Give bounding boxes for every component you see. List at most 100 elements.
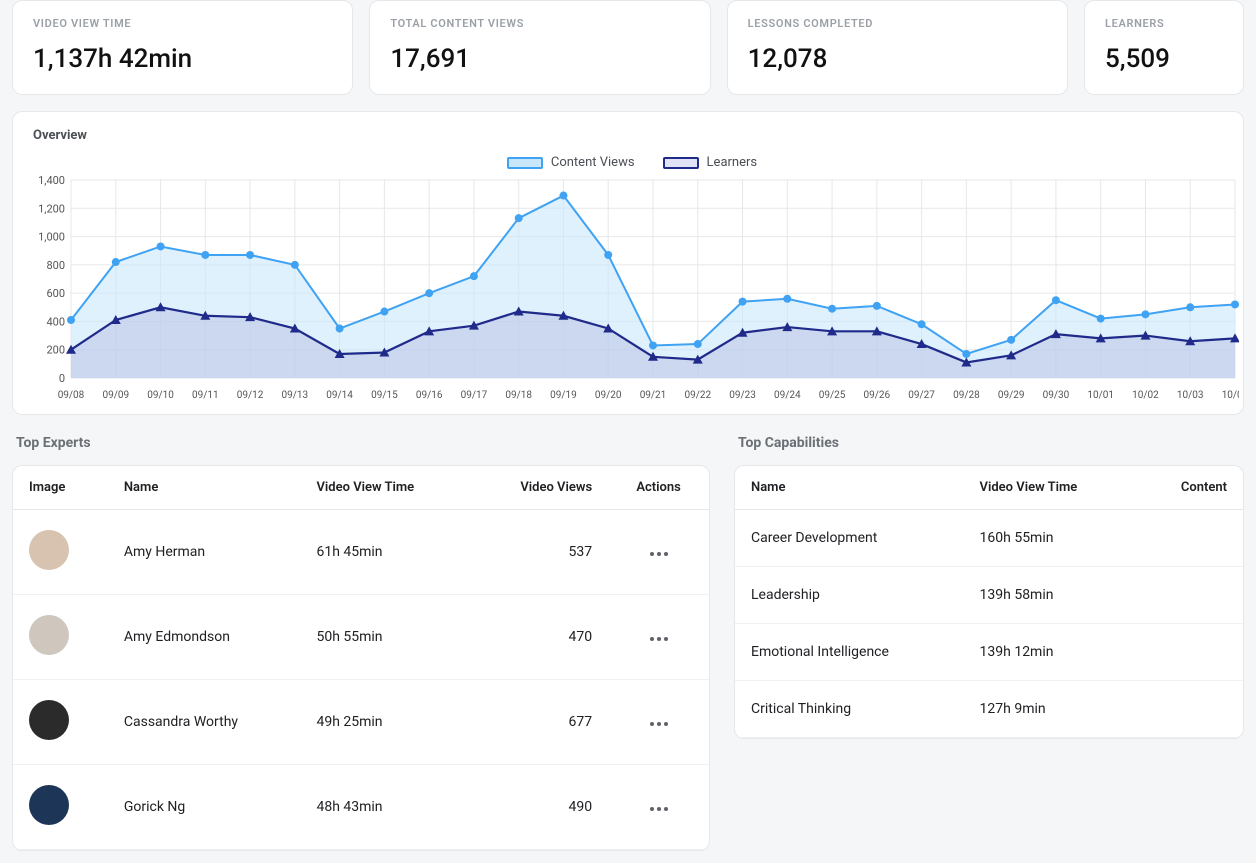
svg-text:09/20: 09/20 [595,390,622,401]
stat-value: 17,691 [390,44,689,74]
more-actions-icon[interactable] [650,637,668,641]
cell-video-views: 490 [471,765,608,850]
col-video-views[interactable]: Video Views [471,466,608,510]
avatar [29,700,69,740]
stat-value: 5,509 [1105,44,1223,74]
table-row[interactable]: Critical Thinking127h 9min [735,681,1243,738]
col-actions: Actions [608,466,709,510]
svg-text:09/17: 09/17 [461,390,488,401]
svg-text:09/26: 09/26 [864,390,891,401]
legend-item-content-views[interactable]: Content Views [507,155,635,170]
svg-text:10/04: 10/04 [1222,390,1239,401]
cell-actions [608,595,709,680]
legend-label: Content Views [551,155,635,170]
svg-text:1,000: 1,000 [38,231,65,244]
top-experts-table-card: Image Name Video View Time Video Views A… [12,465,710,851]
cell-actions [608,765,709,850]
section-title: Top Experts [12,435,710,451]
avatar [29,615,69,655]
svg-text:1,400: 1,400 [38,176,65,187]
svg-text:09/22: 09/22 [684,390,711,401]
cell-content [1138,567,1243,624]
svg-text:200: 200 [46,344,65,357]
overview-chart-svg: 02004006008001,0001,2001,40009/0809/0909… [29,176,1239,406]
table-row[interactable]: Emotional Intelligence139h 12min [735,624,1243,681]
stat-value: 12,078 [748,44,1047,74]
table-row[interactable]: Leadership139h 58min [735,567,1243,624]
cell-actions [608,680,709,765]
table-row[interactable]: Amy Edmondson50h 55min470 [13,595,709,680]
svg-text:09/28: 09/28 [953,390,980,401]
more-actions-icon[interactable] [650,722,668,726]
stat-card-lessons-completed: LESSONS COMPLETED 12,078 [727,0,1068,95]
chart-area: 02004006008001,0001,2001,40009/0809/0909… [29,176,1235,406]
top-capabilities-section: Top Capabilities Name Video View Time Co… [734,435,1244,739]
section-title: Top Capabilities [734,435,1244,451]
cell-content [1138,510,1243,567]
cell-view-time: 48h 43min [300,765,471,850]
avatar [29,530,69,570]
cell-name: Leadership [735,567,964,624]
overview-title: Overview [29,128,1235,143]
cell-name: Amy Herman [108,510,301,595]
cell-image [13,510,108,595]
svg-text:600: 600 [46,287,65,300]
cell-content [1138,624,1243,681]
col-image[interactable]: Image [13,466,108,510]
cell-image [13,595,108,680]
cell-image [13,765,108,850]
table-header-row: Name Video View Time Content [735,466,1243,510]
table-row[interactable]: Career Development160h 55min [735,510,1243,567]
cell-actions [608,510,709,595]
cell-view-time: 139h 12min [964,624,1138,681]
table-row[interactable]: Cassandra Worthy49h 25min677 [13,680,709,765]
chart-legend: Content Views Learners [29,155,1235,170]
stat-card-total-content-views: TOTAL CONTENT VIEWS 17,691 [369,0,710,95]
legend-label: Learners [707,155,758,170]
col-content[interactable]: Content [1138,466,1243,510]
table-row[interactable]: Amy Herman61h 45min537 [13,510,709,595]
col-view-time[interactable]: Video View Time [964,466,1138,510]
svg-text:10/03: 10/03 [1177,390,1204,401]
svg-text:400: 400 [46,315,65,328]
col-name[interactable]: Name [735,466,964,510]
legend-item-learners[interactable]: Learners [663,155,758,170]
cell-name: Gorick Ng [108,765,301,850]
svg-text:09/11: 09/11 [192,390,219,401]
col-view-time[interactable]: Video View Time [300,466,471,510]
cell-video-views: 470 [471,595,608,680]
svg-text:09/18: 09/18 [505,390,532,401]
cell-name: Emotional Intelligence [735,624,964,681]
cell-view-time: 127h 9min [964,681,1138,738]
top-experts-table: Image Name Video View Time Video Views A… [13,466,709,850]
svg-text:09/16: 09/16 [416,390,443,401]
table-row[interactable]: Gorick Ng48h 43min490 [13,765,709,850]
more-actions-icon[interactable] [650,807,668,811]
stat-card-learners: LEARNERS 5,509 [1084,0,1244,95]
avatar [29,785,69,825]
top-capabilities-table-card: Name Video View Time Content Career Deve… [734,465,1244,739]
cell-image [13,680,108,765]
svg-text:09/19: 09/19 [550,390,577,401]
cell-view-time: 160h 55min [964,510,1138,567]
svg-text:09/30: 09/30 [1043,390,1070,401]
table-header-row: Image Name Video View Time Video Views A… [13,466,709,510]
tables-row: Top Experts Image Name Video View Time V… [12,435,1244,851]
svg-text:09/24: 09/24 [774,390,801,401]
stat-value: 1,137h 42min [33,44,332,74]
cell-name: Critical Thinking [735,681,964,738]
cell-view-time: 49h 25min [300,680,471,765]
svg-text:09/12: 09/12 [237,390,264,401]
stats-row: VIDEO VIEW TIME 1,137h 42min TOTAL CONTE… [12,0,1244,95]
cell-video-views: 537 [471,510,608,595]
col-name[interactable]: Name [108,466,301,510]
svg-text:10/01: 10/01 [1087,390,1114,401]
legend-swatch-icon [507,157,543,169]
svg-text:09/25: 09/25 [819,390,846,401]
svg-text:0: 0 [59,372,65,385]
cell-video-views: 677 [471,680,608,765]
svg-text:09/27: 09/27 [908,390,935,401]
cell-name: Amy Edmondson [108,595,301,680]
svg-text:09/14: 09/14 [326,390,353,401]
more-actions-icon[interactable] [650,552,668,556]
